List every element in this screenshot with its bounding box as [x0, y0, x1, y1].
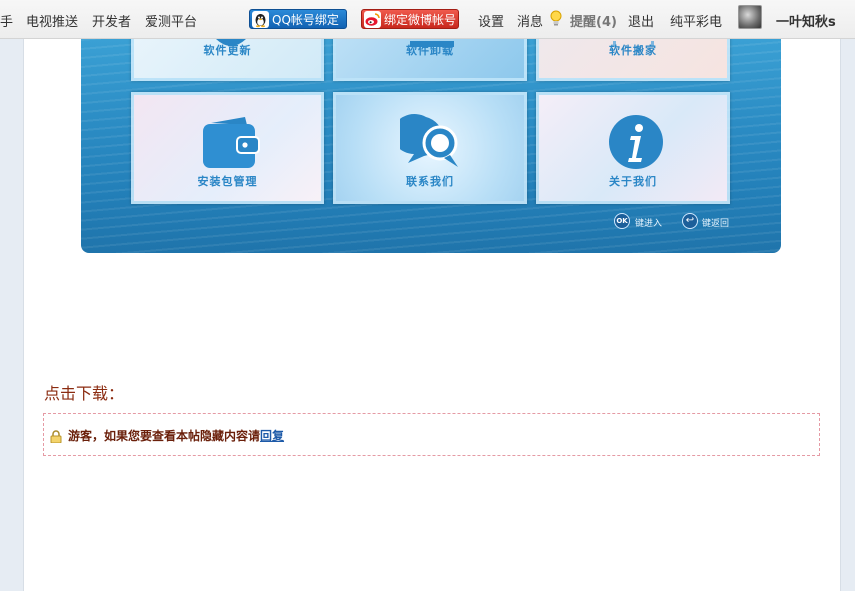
- nav-link-truncated[interactable]: 手: [0, 11, 13, 30]
- wallet-icon: [201, 115, 261, 175]
- ok-hint-text: 键进入: [635, 219, 663, 229]
- reply-link[interactable]: 回复: [260, 429, 284, 443]
- username-link[interactable]: 一叶知秋s: [776, 11, 836, 30]
- lock-icon: [50, 428, 62, 444]
- tile-package-manager: 安装包管理: [131, 92, 324, 204]
- chat-bubbles-icon: [392, 113, 464, 175]
- weibo-bind-button[interactable]: 绑定微博帐号: [361, 9, 459, 29]
- tile-label-update: 软件更新: [203, 44, 252, 57]
- tile-label-about: 关于我们: [609, 175, 657, 188]
- ok-key-icon: OK: [614, 213, 630, 229]
- top-nav-bar: 手 电视推送 开发者 爱测平台 QQ帐号绑定 绑定微博帐号 设置 消息 提醒(4…: [0, 0, 855, 39]
- hidden-content-text: 游客，如果您要查看本帖隐藏内容请: [68, 429, 261, 443]
- avatar[interactable]: [738, 5, 762, 29]
- info-icon: [607, 113, 665, 175]
- weibo-bind-label: 绑定微博帐号: [384, 13, 457, 27]
- tile-contact-us: 联系我们: [333, 92, 527, 204]
- tile-about-us: 关于我们: [536, 92, 730, 204]
- hidden-content-notice: 游客，如果您要查看本帖隐藏内容请回复: [68, 427, 284, 444]
- tile-software-uninstall: 软件卸载: [333, 39, 527, 81]
- back-hint-text: 键返回: [702, 219, 730, 229]
- qq-bind-button[interactable]: QQ帐号绑定: [249, 9, 347, 29]
- nav-link-settings[interactable]: 设置: [478, 11, 504, 30]
- qq-bind-label: QQ帐号绑定: [272, 13, 339, 27]
- tile-label-move: 软件搬家: [609, 44, 657, 57]
- weibo-icon: [364, 11, 381, 28]
- tile-label-contact: 联系我们: [406, 175, 454, 188]
- nav-link-messages[interactable]: 消息: [517, 11, 543, 30]
- nav-link-test-platform[interactable]: 爱测平台: [145, 11, 197, 30]
- nav-link-logout[interactable]: 退出: [628, 11, 654, 30]
- tile-label-uninstall: 软件卸载: [406, 44, 454, 57]
- lightbulb-icon: [549, 10, 563, 31]
- nav-link-reminders[interactable]: 提醒(4): [570, 11, 617, 30]
- nav-link-tv-push[interactable]: 电视推送: [26, 11, 78, 30]
- back-key-icon: ↩: [682, 213, 698, 229]
- tile-software-update: 软件更新: [131, 39, 324, 81]
- nav-link-developer[interactable]: 开发者: [92, 11, 131, 30]
- tile-software-move: 软件搬家: [536, 39, 730, 81]
- qq-penguin-icon: [252, 11, 269, 28]
- hidden-content-box: 游客，如果您要查看本帖隐藏内容请回复: [43, 413, 820, 456]
- download-title: 点击下载：: [44, 384, 125, 403]
- tile-label-package: 安装包管理: [197, 175, 258, 188]
- nav-link-site[interactable]: 纯平彩电: [670, 11, 722, 30]
- tv-app-screenshot: 软件更新 软件卸载 软件搬家 安装包管理 联系我们 关于我们 OK 键进入 ↩ …: [81, 39, 781, 253]
